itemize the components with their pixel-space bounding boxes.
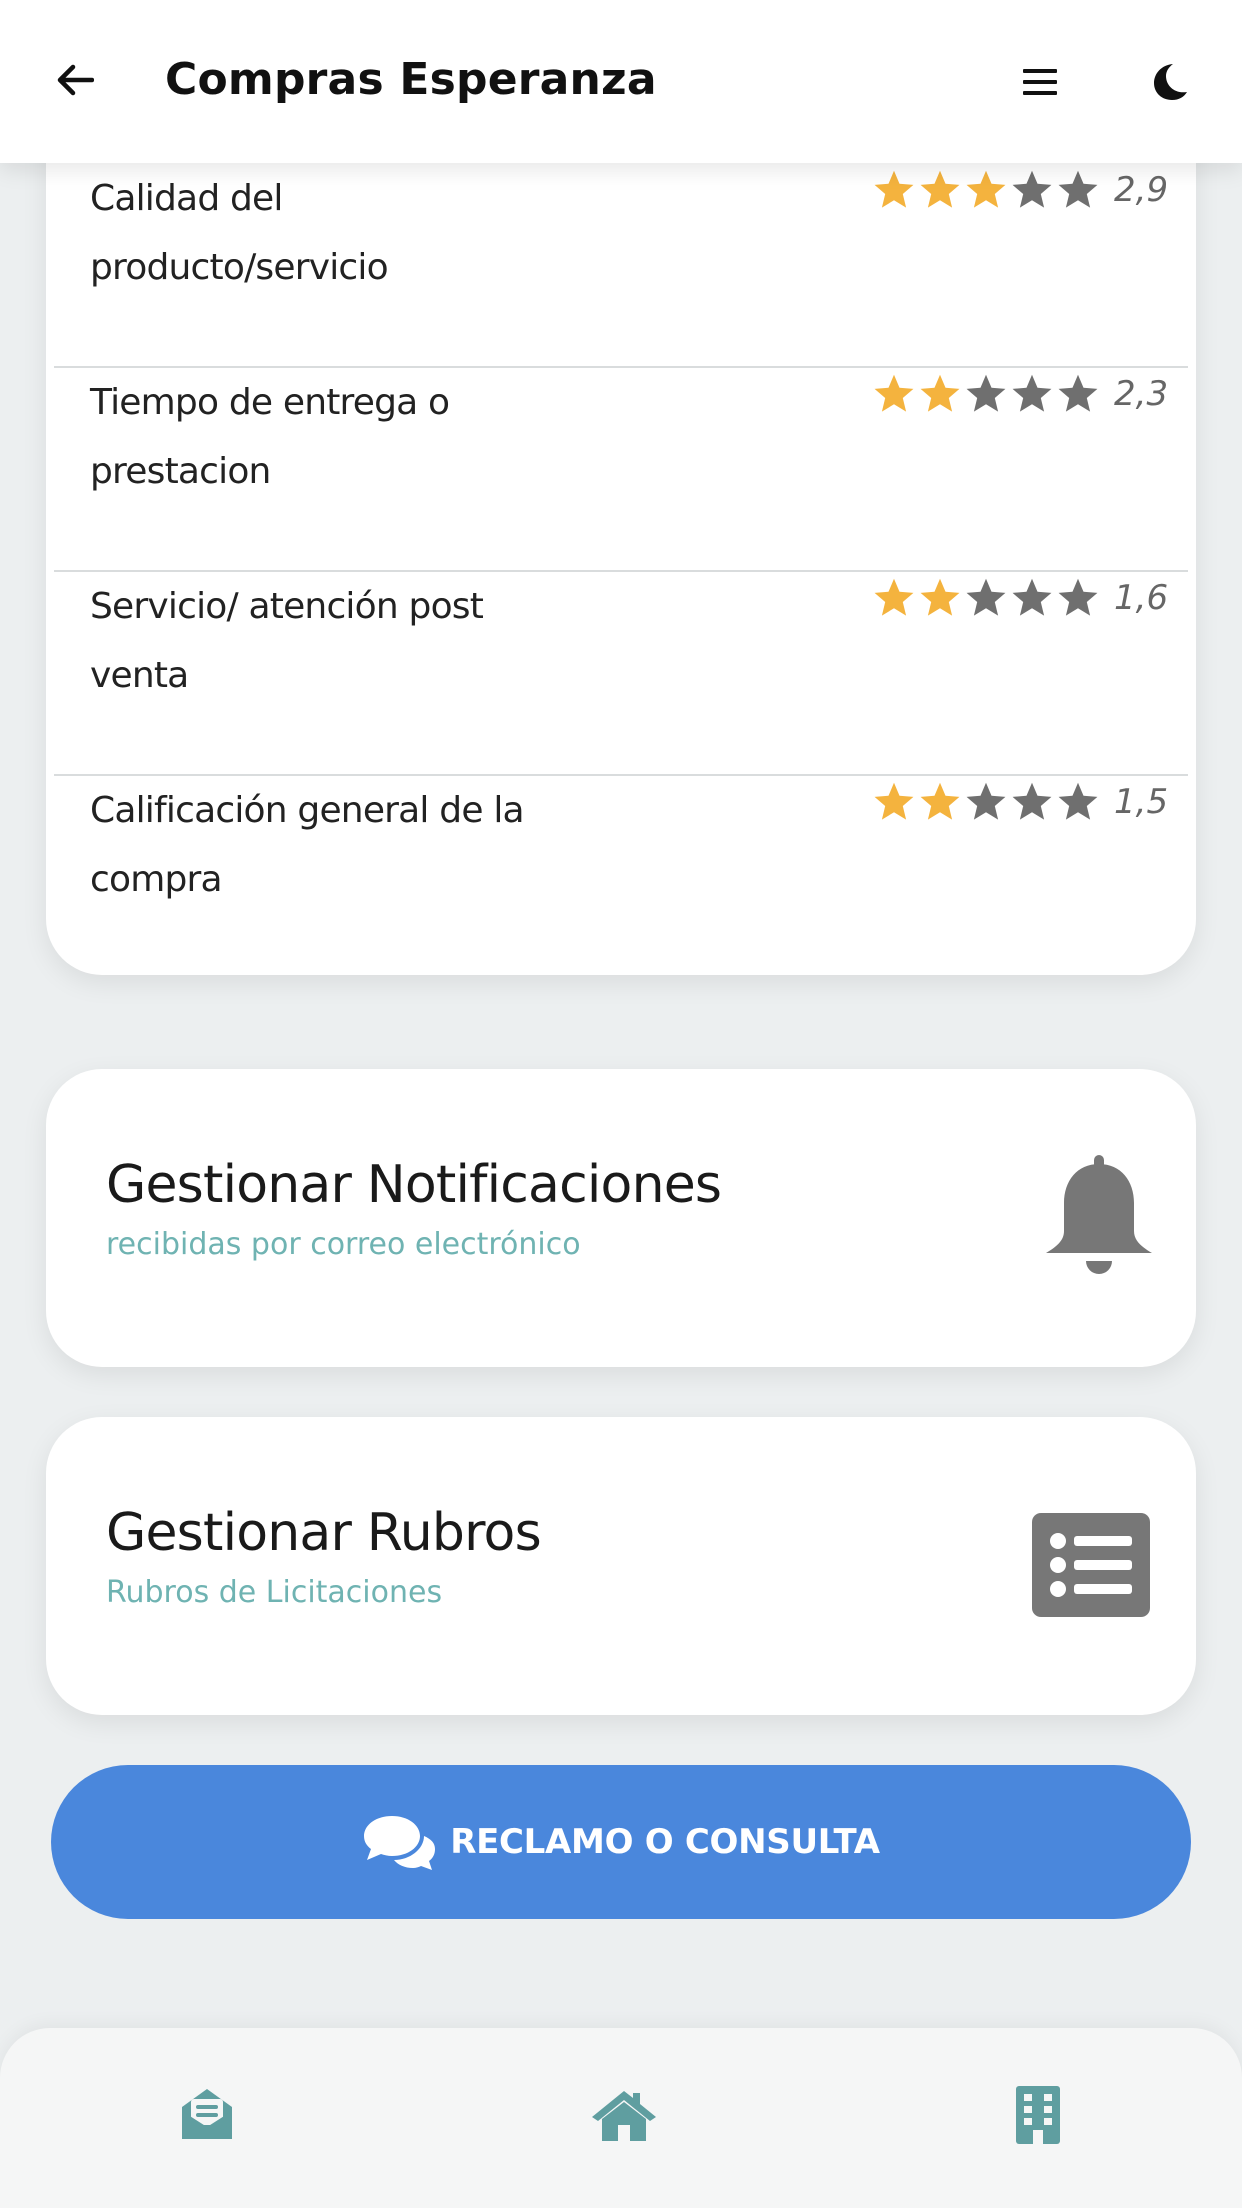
star-empty-icon bbox=[966, 374, 1006, 412]
star-empty-icon bbox=[1012, 374, 1052, 412]
star-filled-icon bbox=[920, 578, 960, 616]
star-filled-icon bbox=[874, 374, 914, 412]
rating-label: Servicio/ atención post venta bbox=[90, 586, 484, 696]
star-filled-icon bbox=[874, 578, 914, 616]
back-button[interactable] bbox=[40, 50, 110, 110]
star-empty-icon bbox=[1058, 782, 1098, 820]
bottom-navigation bbox=[0, 2028, 1242, 2208]
nav-item-home[interactable] bbox=[584, 2080, 664, 2150]
menu-button[interactable] bbox=[1010, 52, 1070, 112]
card-title: Gestionar Rubros bbox=[106, 1503, 542, 1563]
app-bar: Compras Esperanza bbox=[0, 0, 1242, 163]
star-rating: 1,5 bbox=[872, 780, 1168, 824]
rating-label: Calificación general de la compra bbox=[90, 790, 525, 900]
star-filled-icon bbox=[920, 170, 960, 208]
mail-open-icon bbox=[182, 2089, 232, 2139]
star-empty-icon bbox=[1012, 782, 1052, 820]
star-filled-icon bbox=[920, 374, 960, 412]
nav-item-mail[interactable] bbox=[167, 2080, 247, 2150]
home-icon bbox=[592, 2091, 656, 2141]
star-empty-icon bbox=[1058, 578, 1098, 616]
rating-label: Tiempo de entrega o prestacion bbox=[90, 382, 450, 492]
card-title: Gestionar Notificaciones bbox=[106, 1155, 722, 1215]
hamburger-menu-icon bbox=[1023, 69, 1057, 95]
rating-label: Calidad del producto/servicio bbox=[90, 178, 389, 288]
rating-value: 1,5 bbox=[1114, 782, 1169, 822]
rating-row: Calidad del producto/servicio 2,9 bbox=[54, 164, 1188, 368]
building-icon bbox=[1016, 2086, 1060, 2144]
rating-value: 1,6 bbox=[1114, 578, 1169, 618]
star-rating: 2,9 bbox=[872, 168, 1168, 212]
arrow-left-icon bbox=[57, 64, 94, 96]
nav-item-building[interactable] bbox=[998, 2080, 1078, 2150]
rating-row: Tiempo de entrega o prestacion 2,3 bbox=[54, 368, 1188, 572]
rating-value: 2,9 bbox=[1114, 170, 1169, 210]
manage-rubros-card[interactable]: Gestionar Rubros Rubros de Licitaciones bbox=[46, 1417, 1196, 1715]
rating-value: 2,3 bbox=[1114, 374, 1169, 414]
star-empty-icon bbox=[1058, 374, 1098, 412]
star-filled-icon bbox=[874, 782, 914, 820]
card-subtitle: recibidas por correo electrónico bbox=[106, 1227, 581, 1262]
rating-row: Calificación general de la compra 1,5 bbox=[54, 776, 1188, 980]
manage-notifications-card[interactable]: Gestionar Notificaciones recibidas por c… bbox=[46, 1069, 1196, 1367]
moon-icon bbox=[1154, 64, 1187, 100]
ratings-card: Calidad del producto/servicio 2,9 Tiempo… bbox=[46, 60, 1196, 975]
chat-bubbles-icon bbox=[364, 1816, 436, 1870]
star-rating: 2,3 bbox=[872, 372, 1168, 416]
theme-toggle-button[interactable] bbox=[1140, 52, 1200, 112]
star-empty-icon bbox=[966, 782, 1006, 820]
rating-row: Servicio/ atención post venta 1,6 bbox=[54, 572, 1188, 776]
star-rating: 1,6 bbox=[872, 576, 1168, 620]
cta-label: RECLAMO O CONSULTA bbox=[450, 1822, 880, 1862]
star-empty-icon bbox=[1012, 578, 1052, 616]
star-filled-icon bbox=[920, 782, 960, 820]
complaint-or-query-button[interactable]: RECLAMO O CONSULTA bbox=[51, 1765, 1191, 1919]
star-empty-icon bbox=[966, 578, 1006, 616]
star-empty-icon bbox=[1012, 170, 1052, 208]
card-subtitle: Rubros de Licitaciones bbox=[106, 1575, 443, 1610]
star-filled-icon bbox=[966, 170, 1006, 208]
list-icon bbox=[1032, 1513, 1150, 1617]
star-empty-icon bbox=[1058, 170, 1098, 208]
star-filled-icon bbox=[874, 170, 914, 208]
bell-icon bbox=[1046, 1155, 1152, 1274]
page-title: Compras Esperanza bbox=[165, 54, 657, 105]
